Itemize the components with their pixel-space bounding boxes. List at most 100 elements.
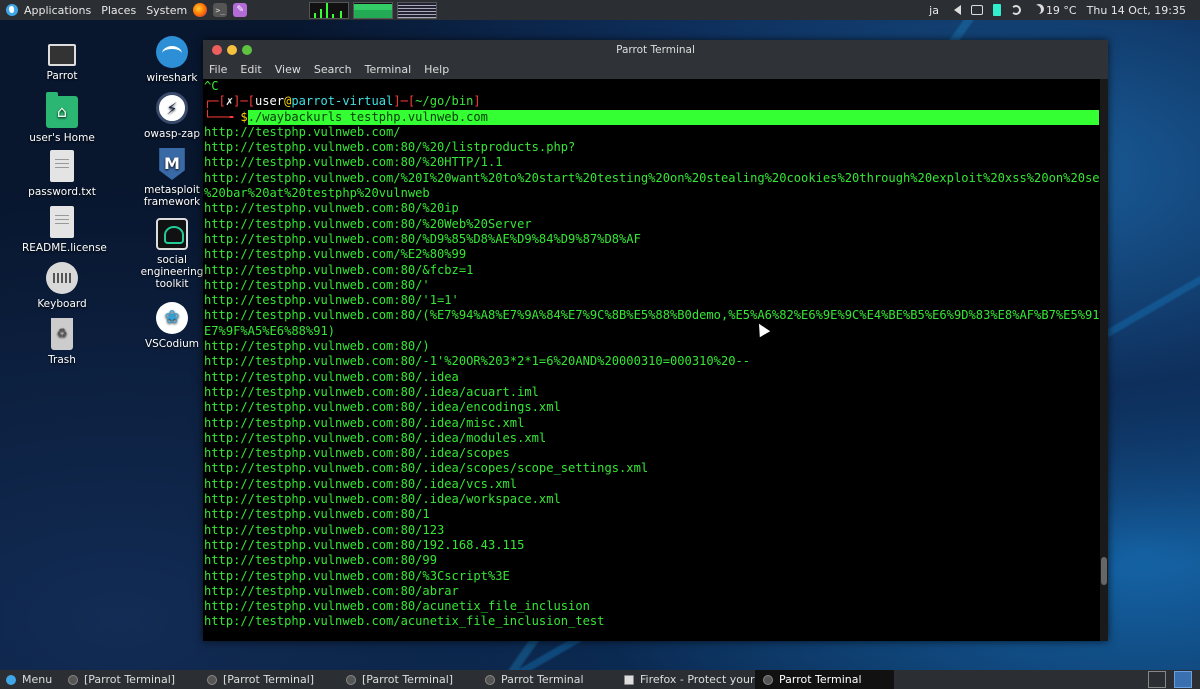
- desktop-icon-metasploit[interactable]: metasploit framework: [132, 148, 212, 208]
- memory-monitor[interactable]: [353, 1, 394, 19]
- output-line: http://testphp.vulnweb.com:80/%20ip: [204, 201, 459, 216]
- close-button[interactable]: [212, 45, 222, 55]
- show-desktop-icon[interactable]: [1174, 671, 1192, 688]
- desktop-icon-wireshark[interactable]: wireshark: [132, 36, 212, 84]
- output-line: http://testphp.vulnweb.com:80/.idea/scop…: [204, 461, 649, 476]
- battery-icon[interactable]: [992, 4, 1001, 16]
- maximize-button[interactable]: [242, 45, 252, 55]
- prompt-host: parrot-virtual: [291, 94, 394, 109]
- workspace-switcher-icon[interactable]: [1148, 671, 1166, 688]
- output-line: http://testphp.vulnweb.com:80/-1'%20OR%2…: [204, 354, 751, 369]
- terminal-scrollbar[interactable]: [1100, 79, 1108, 641]
- desktop-icon-label: README.license: [22, 242, 107, 254]
- network-monitor[interactable]: [397, 1, 438, 19]
- terminal-window[interactable]: Parrot Terminal File Edit View Search Te…: [203, 40, 1108, 641]
- output-line: http://testphp.vulnweb.com:80/&fcbz=1: [204, 262, 474, 277]
- applications-menu[interactable]: Applications: [24, 0, 91, 20]
- set-icon: [156, 218, 188, 250]
- text-file-icon: [50, 150, 74, 182]
- firefox-window-icon: [624, 674, 634, 685]
- desktop-icon-vscodium[interactable]: VSCodium: [132, 302, 212, 350]
- desktop-icon-label: user's Home: [29, 132, 95, 144]
- output-line: http://testphp.vulnweb.com:80/abrar: [204, 583, 459, 598]
- parrot-logo-icon[interactable]: [6, 4, 18, 16]
- terminal-window-icon: [207, 674, 217, 685]
- desktop-icon-label: Trash: [48, 354, 76, 366]
- menu-file[interactable]: File: [209, 63, 227, 76]
- menu-view[interactable]: View: [275, 63, 301, 76]
- prompt-user: user: [254, 94, 285, 109]
- firefox-launcher-icon[interactable]: [193, 3, 208, 17]
- terminal-window-icon: [485, 674, 495, 685]
- output-line: http://testphp.vulnweb.com:80/1: [204, 507, 430, 522]
- output-line: http://testphp.vulnweb.com:80/%3Cscript%…: [204, 568, 510, 583]
- terminal-window-icon: [346, 674, 356, 685]
- wireshark-icon: [156, 36, 188, 68]
- menu-edit[interactable]: Edit: [240, 63, 261, 76]
- volume-icon[interactable]: [949, 5, 961, 15]
- taskbar-item-label: Parrot Terminal: [501, 673, 584, 686]
- output-line: http://testphp.vulnweb.com:80/): [204, 339, 430, 354]
- desktop-icon-trash[interactable]: Trash: [22, 318, 102, 366]
- keyboard-icon: [46, 262, 78, 294]
- scrollbar-thumb[interactable]: [1101, 557, 1107, 585]
- system-menu[interactable]: System: [146, 0, 187, 20]
- desktop-icon-parrot[interactable]: Parrot: [22, 38, 102, 82]
- cpu-monitor[interactable]: [309, 1, 350, 19]
- output-line: http://testphp.vulnweb.com:80/.idea/scop…: [204, 446, 510, 461]
- vscodium-icon: [156, 302, 188, 334]
- taskbar-item[interactable]: [Parrot Terminal]: [338, 670, 477, 689]
- desktop-icon-readme-license[interactable]: README.license: [22, 206, 107, 254]
- menu-help[interactable]: Help: [424, 63, 449, 76]
- zap-icon: [156, 92, 188, 124]
- keyboard-layout-indicator[interactable]: ja: [929, 4, 939, 17]
- taskbar-item[interactable]: [Parrot Terminal]: [199, 670, 338, 689]
- output-line: http://testphp.vulnweb.com:80/.idea: [204, 369, 459, 384]
- task-list: [Parrot Terminal] [Parrot Terminal] [Parro…: [60, 670, 894, 689]
- desktop-icon-label: wireshark: [146, 72, 198, 84]
- output-line: http://testphp.vulnweb.com/%20I%20want%2…: [204, 170, 1100, 185]
- main-menu-button[interactable]: Menu: [0, 673, 60, 686]
- menu-search[interactable]: Search: [314, 63, 352, 76]
- text-file-icon: [50, 206, 74, 238]
- desktop-icon-home[interactable]: user's Home: [22, 92, 102, 144]
- terminal-window-icon: [763, 674, 773, 685]
- weather-temperature[interactable]: 19 °C: [1046, 4, 1077, 17]
- output-line: http://testphp.vulnweb.com:80/.idea/acua…: [204, 384, 539, 399]
- display-icon[interactable]: [970, 5, 983, 15]
- system-tray: ja 19 °C Thu 14 Oct, 19:35: [924, 0, 1200, 20]
- desktop-icon-keyboard[interactable]: Keyboard: [22, 262, 102, 310]
- url-output-list: http://testphp.vulnweb.com/http://testph…: [204, 125, 1100, 630]
- output-line: http://testphp.vulnweb.com:80/%D9%85%D8%…: [204, 231, 641, 246]
- network-icon[interactable]: [1010, 5, 1021, 15]
- minimize-button[interactable]: [227, 45, 237, 55]
- output-line: http://testphp.vulnweb.com:80/%20HTTP/1.…: [204, 155, 503, 170]
- places-menu[interactable]: Places: [101, 0, 136, 20]
- desktop-icon-label: password.txt: [28, 186, 96, 198]
- taskbar-item[interactable]: Parrot Terminal: [755, 670, 894, 689]
- desktop-icon-owasp-zap[interactable]: owasp-zap: [132, 92, 212, 140]
- output-line: http://testphp.vulnweb.com:80/99: [204, 553, 437, 568]
- taskbar-item[interactable]: Firefox - Protect your lif...: [616, 670, 755, 689]
- window-titlebar[interactable]: Parrot Terminal: [203, 40, 1108, 60]
- desktop-icon-password-txt[interactable]: password.txt: [22, 150, 102, 198]
- desktop-icon-label: owasp-zap: [144, 128, 200, 140]
- output-line: http://testphp.vulnweb.com:80/': [204, 277, 430, 292]
- terminal-output[interactable]: ^C ┌─[✗]─[user@parrot-virtual]─[~/go/bin…: [203, 79, 1100, 641]
- clock[interactable]: Thu 14 Oct, 19:35: [1087, 4, 1186, 17]
- output-line: http://testphp.vulnweb.com:80/%20/listpr…: [204, 140, 576, 155]
- prompt-line-1: ┌─[✗]─[user@parrot-virtual]─[~/go/bin]: [204, 94, 481, 109]
- taskbar-item-label: [Parrot Terminal]: [223, 673, 315, 686]
- text-editor-launcher-icon[interactable]: ✎: [233, 3, 248, 17]
- output-line: http://testphp.vulnweb.com:80/'1=1': [204, 293, 459, 308]
- weather-icon[interactable]: [1031, 5, 1041, 15]
- terminal-launcher-icon[interactable]: >_: [213, 3, 228, 17]
- taskbar-item-label: Parrot Terminal: [779, 673, 862, 686]
- menu-terminal[interactable]: Terminal: [365, 63, 412, 76]
- output-line: http://testphp.vulnweb.com:80/.idea/misc…: [204, 415, 525, 430]
- prompt-line-2: └──╼ $./waybackurls testphp.vulnweb.com: [204, 109, 1100, 125]
- taskbar-item[interactable]: Parrot Terminal: [477, 670, 616, 689]
- taskbar-item[interactable]: [Parrot Terminal]: [60, 670, 199, 689]
- output-line: http://testphp.vulnweb.com/: [204, 124, 401, 139]
- metasploit-icon: [159, 148, 185, 180]
